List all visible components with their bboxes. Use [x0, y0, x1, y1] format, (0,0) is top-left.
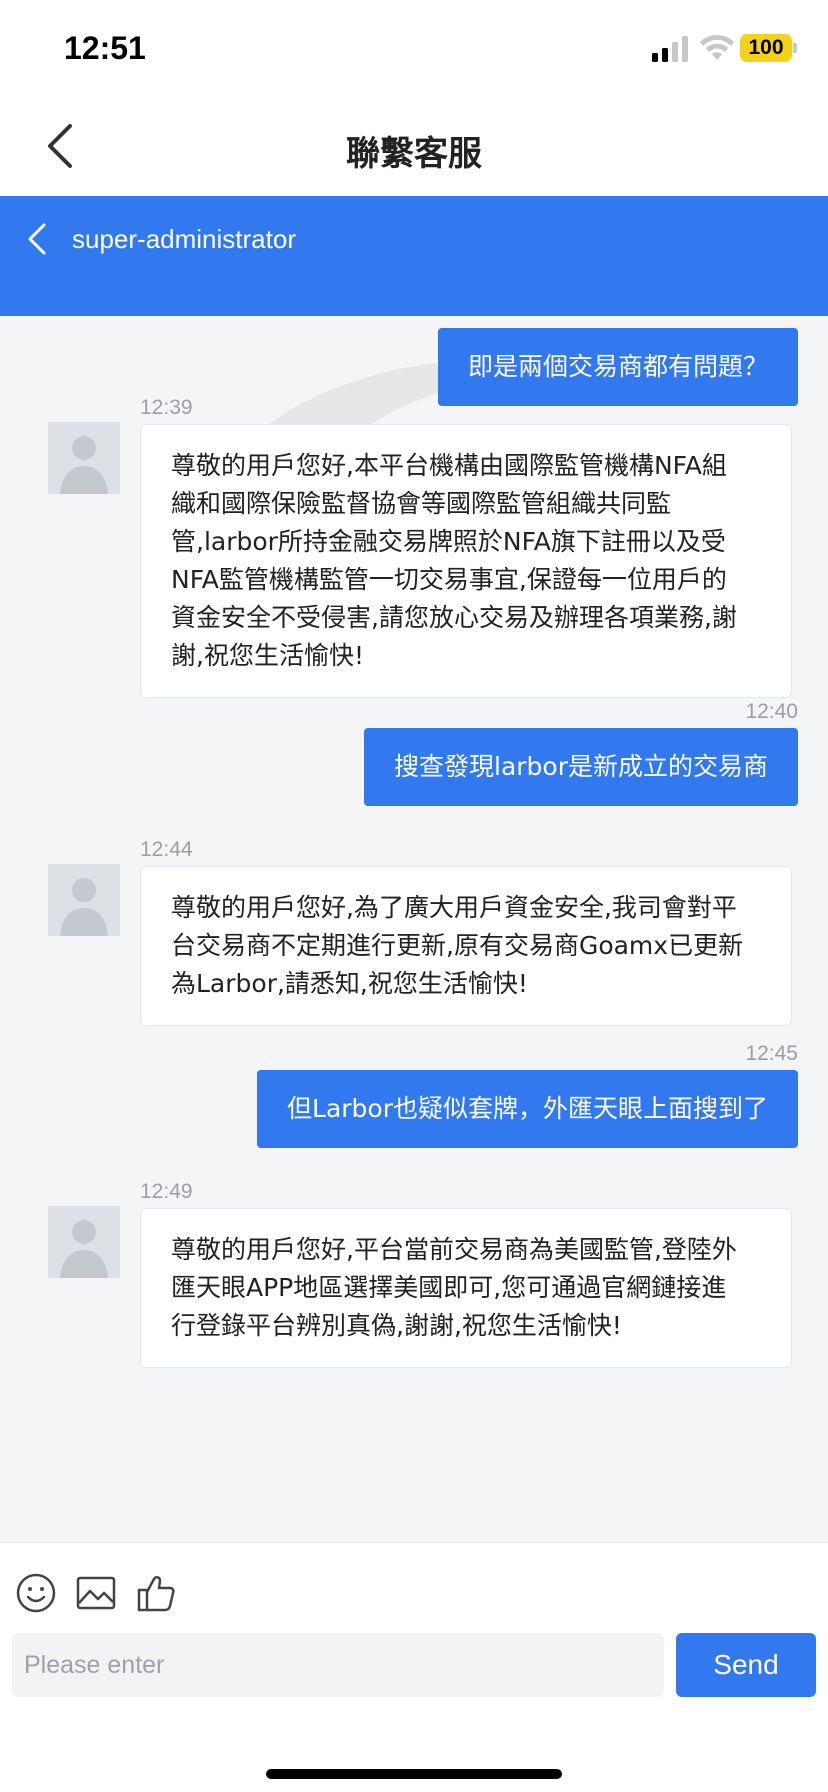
message-timestamp: 12:40	[745, 700, 798, 723]
message-line: 台交易商不定期進行更新,原有交易商Goamx已更新	[171, 931, 744, 960]
status-time: 12:51	[64, 30, 146, 66]
battery-cap	[793, 43, 797, 53]
message-timestamp: 12:39	[140, 396, 193, 419]
cellular-signal-icon	[652, 36, 688, 62]
nav-header: 聯繫客服	[0, 98, 828, 196]
user-silhouette-icon	[60, 1220, 108, 1278]
page-title: 聯繫客服	[346, 134, 482, 174]
status-bar: 12:51 100	[0, 0, 828, 98]
message-line: 尊敬的用戶您好,本平台機構由國際監管機構NFA組	[171, 451, 727, 480]
message-line: 行登錄平台辨別真偽,謝謝,祝您生活愉快!	[171, 1311, 622, 1340]
message-outgoing: 搜查發現larbor是新成立的交易商	[364, 728, 798, 806]
message-timestamp: 12:45	[745, 1042, 798, 1065]
chat-area[interactable]: 即是兩個交易商都有問題？ 12:39 尊敬的用戶您好,本平台機構由國際監管機構N…	[0, 316, 828, 1542]
wifi-icon	[700, 34, 734, 60]
avatar	[48, 864, 120, 936]
chat-username: super-administrator	[72, 224, 296, 254]
message-line: 織和國際保險監督協會等國際監管組織共同監	[171, 489, 672, 518]
user-silhouette-icon	[60, 878, 108, 936]
avatar	[48, 422, 120, 494]
message-timestamp: 12:49	[140, 1180, 193, 1203]
emoji-icon[interactable]	[16, 1573, 56, 1613]
message-input[interactable]	[12, 1633, 664, 1697]
avatar	[48, 1206, 120, 1278]
message-outgoing: 但Larbor也疑似套牌，外匯天眼上面搜到了	[257, 1070, 798, 1148]
message-outgoing: 即是兩個交易商都有問題？	[437, 328, 798, 406]
thumbs-up-icon[interactable]	[136, 1573, 176, 1613]
home-indicator	[266, 1769, 562, 1779]
message-line: 管,larbor所持金融交易牌照於NFA旗下註冊以及受	[171, 527, 726, 556]
message-line: NFA監管機構監管一切交易事宜,保證每一位用戶的	[171, 565, 727, 594]
message-line: 資金安全不受侵害,請您放心交易及辦理各項業務,謝	[171, 603, 737, 632]
message-line: 尊敬的用戶您好,平台當前交易商為美國監管,登陸外	[171, 1235, 737, 1264]
battery-indicator: 100	[740, 34, 792, 62]
chat-back-icon[interactable]	[26, 222, 48, 256]
message-incoming: 尊敬的用戶您好,為了廣大用戶資金安全,我司會對平 台交易商不定期進行更新,原有交…	[140, 866, 792, 1026]
send-button[interactable]: Send	[676, 1633, 816, 1697]
message-timestamp: 12:44	[140, 838, 193, 861]
chat-header: super-administrator	[0, 196, 828, 316]
message-composer: Send	[0, 1542, 828, 1792]
user-silhouette-icon	[60, 436, 108, 494]
message-line: 為Larbor,請悉知,祝您生活愉快!	[171, 969, 528, 998]
message-line: 謝,祝您生活愉快!	[171, 641, 364, 670]
message-incoming: 尊敬的用戶您好,平台當前交易商為美國監管,登陸外 匯天眼APP地區選擇美國即可,…	[140, 1208, 792, 1368]
message-line: 匯天眼APP地區選擇美國即可,您可通過官網鏈接進	[171, 1273, 727, 1302]
message-line: 尊敬的用戶您好,為了廣大用戶資金安全,我司會對平	[171, 893, 737, 922]
message-incoming: 尊敬的用戶您好,本平台機構由國際監管機構NFA組 織和國際保險監督協會等國際監管…	[140, 424, 792, 698]
image-icon[interactable]	[76, 1573, 116, 1613]
